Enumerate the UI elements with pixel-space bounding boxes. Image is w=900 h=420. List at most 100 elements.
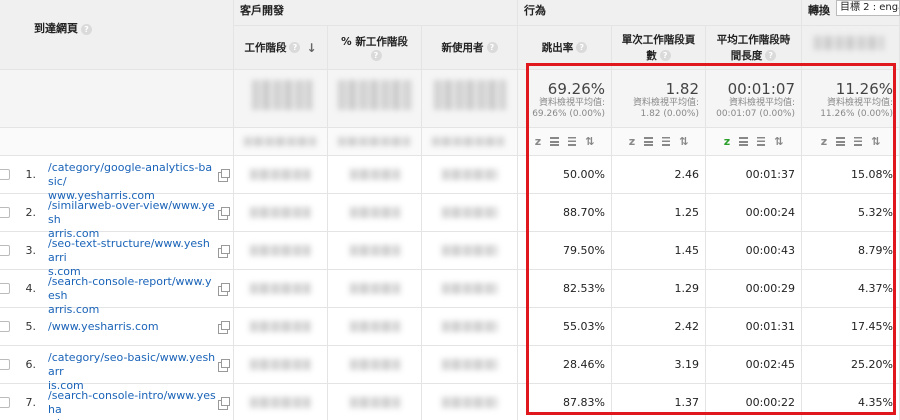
viz-icons-new-sessions <box>328 128 422 156</box>
compare-icon[interactable]: ⇅ <box>871 135 880 148</box>
redacted-value-cell <box>422 232 518 270</box>
row-number: 1. <box>25 168 37 181</box>
pages-per-session-value: 2.42 <box>612 308 706 346</box>
open-page-external-icon[interactable] <box>218 169 230 182</box>
avg-duration-value: 00:00:24 <box>706 194 802 232</box>
landing-page-link[interactable]: /www.yesharris.com <box>48 320 216 334</box>
redacted-column-label <box>814 36 884 50</box>
pages-per-session-value: 2.46 <box>612 156 706 194</box>
sessions-column-header[interactable]: 工作階段? ↓ <box>234 26 328 70</box>
help-icon[interactable]: ? <box>289 42 301 53</box>
summary-bounce-rate-caption: 資料檢視平均值: <box>538 98 605 108</box>
redacted-value <box>250 169 310 180</box>
pages-per-session-value: 1.37 <box>612 384 706 420</box>
summary-bounce-rate-average: 69.26% (0.00%) <box>532 109 605 119</box>
redacted-value <box>338 80 412 110</box>
help-icon[interactable]: ? <box>765 50 777 61</box>
summary-label-cell <box>0 70 234 128</box>
redacted-value <box>350 321 400 332</box>
help-icon[interactable]: ? <box>370 50 382 61</box>
summary-pages-per-session-cell: 1.82 資料檢視平均值: 1.82 (0.00%) <box>612 70 706 128</box>
avg-duration-value: 00:01:37 <box>706 156 802 194</box>
summary-pages-per-session-value: 1.82 <box>665 80 699 98</box>
open-page-external-icon[interactable] <box>218 359 230 372</box>
landing-page-column-header[interactable]: 到達網頁? <box>34 20 92 36</box>
row-number: 2. <box>25 206 37 219</box>
help-icon[interactable]: ? <box>81 23 92 35</box>
table-view-icon[interactable] <box>568 137 577 146</box>
pages-per-session-label-line1: 單次工作階段頁 <box>621 33 696 46</box>
bar-chart-icon[interactable] <box>644 137 654 146</box>
summary-new-sessions-cell <box>328 70 422 128</box>
open-page-external-icon[interactable] <box>218 283 230 296</box>
table-view-icon[interactable] <box>757 137 766 146</box>
help-icon[interactable]: ? <box>659 50 671 61</box>
redacted-value <box>250 283 310 294</box>
pages-per-session-value: 1.29 <box>612 270 706 308</box>
icon-row-label-cell <box>0 128 234 156</box>
redacted-value <box>250 397 310 408</box>
pivot-icon[interactable]: z <box>629 135 635 148</box>
pivot-icon-active[interactable]: z <box>724 135 730 148</box>
bounce-rate-value: 28.46% <box>518 346 612 384</box>
row-checkbox[interactable] <box>0 169 10 180</box>
help-icon[interactable]: ? <box>576 42 588 53</box>
help-icon[interactable]: ? <box>486 42 498 53</box>
avg-duration-value: 00:01:31 <box>706 308 802 346</box>
summary-pages-per-session-caption: 資料檢視平均值: <box>632 98 699 108</box>
conversion-value: 4.35% <box>802 384 900 420</box>
redacted-value-cell <box>422 270 518 308</box>
row-checkbox[interactable] <box>0 283 10 294</box>
avg-duration-value: 00:00:22 <box>706 384 802 420</box>
open-page-external-icon[interactable] <box>218 397 230 410</box>
bounce-rate-label: 跳出率 <box>541 41 574 54</box>
landing-page-link-line1: /search-console-intro/www.yesha <box>48 389 216 416</box>
redacted-icons <box>338 137 410 146</box>
conversions-group-label: 轉換 <box>808 4 830 17</box>
pivot-icon[interactable]: z <box>535 135 541 148</box>
new-sessions-pct-column-header[interactable]: % 新工作階段? <box>328 26 422 70</box>
row-checkbox[interactable] <box>0 245 10 256</box>
pivot-icon[interactable]: z <box>821 135 827 148</box>
sort-descending-icon[interactable]: ↓ <box>306 40 316 56</box>
compare-icon[interactable]: ⇅ <box>774 135 783 148</box>
summary-conversion-average: 11.26% (0.00%) <box>820 109 893 119</box>
redacted-value <box>434 80 506 110</box>
row-checkbox[interactable] <box>0 321 10 332</box>
compare-icon[interactable]: ⇅ <box>679 135 688 148</box>
pages-per-session-value: 1.45 <box>612 232 706 270</box>
row-checkbox[interactable] <box>0 207 10 218</box>
redacted-value <box>250 207 310 218</box>
redacted-value <box>252 80 312 110</box>
bounce-rate-column-header[interactable]: 跳出率? <box>518 26 612 70</box>
table-view-icon[interactable] <box>662 137 671 146</box>
pages-per-session-column-header[interactable]: 單次工作階段頁 數? <box>612 26 706 70</box>
conversion-column-header[interactable] <box>802 26 900 70</box>
redacted-value-cell <box>328 194 422 232</box>
avg-duration-column-header[interactable]: 平均工作階段時 間長度? <box>706 26 802 70</box>
goal-select-dropdown[interactable]: 目標 2 : enga <box>836 0 900 16</box>
bar-chart-icon[interactable] <box>739 137 749 146</box>
redacted-value-cell <box>422 346 518 384</box>
landing-page-link[interactable]: /search-console-intro/www.yesharris.com <box>48 389 216 420</box>
bar-chart-icon[interactable] <box>550 137 560 146</box>
bounce-rate-value: 87.83% <box>518 384 612 420</box>
avg-duration-label-line1: 平均工作階段時 <box>716 33 791 46</box>
summary-new-users-cell <box>422 70 518 128</box>
open-page-external-icon[interactable] <box>218 245 230 258</box>
bar-chart-icon[interactable] <box>836 137 846 146</box>
redacted-value-cell <box>234 346 328 384</box>
table-view-icon[interactable] <box>854 137 863 146</box>
redacted-icons <box>432 137 504 146</box>
conversion-value: 15.08% <box>802 156 900 194</box>
new-users-column-header[interactable]: 新使用者? <box>422 26 518 70</box>
open-page-external-icon[interactable] <box>218 321 230 334</box>
row-checkbox[interactable] <box>0 397 10 408</box>
landing-page-link-line1: /www.yesharris.com <box>48 320 159 333</box>
compare-icon[interactable]: ⇅ <box>585 135 594 148</box>
open-page-external-icon[interactable] <box>218 207 230 220</box>
summary-conversion-caption: 資料檢視平均值: <box>826 98 893 108</box>
redacted-value-cell <box>234 194 328 232</box>
redacted-value-cell <box>328 346 422 384</box>
row-checkbox[interactable] <box>0 359 10 370</box>
